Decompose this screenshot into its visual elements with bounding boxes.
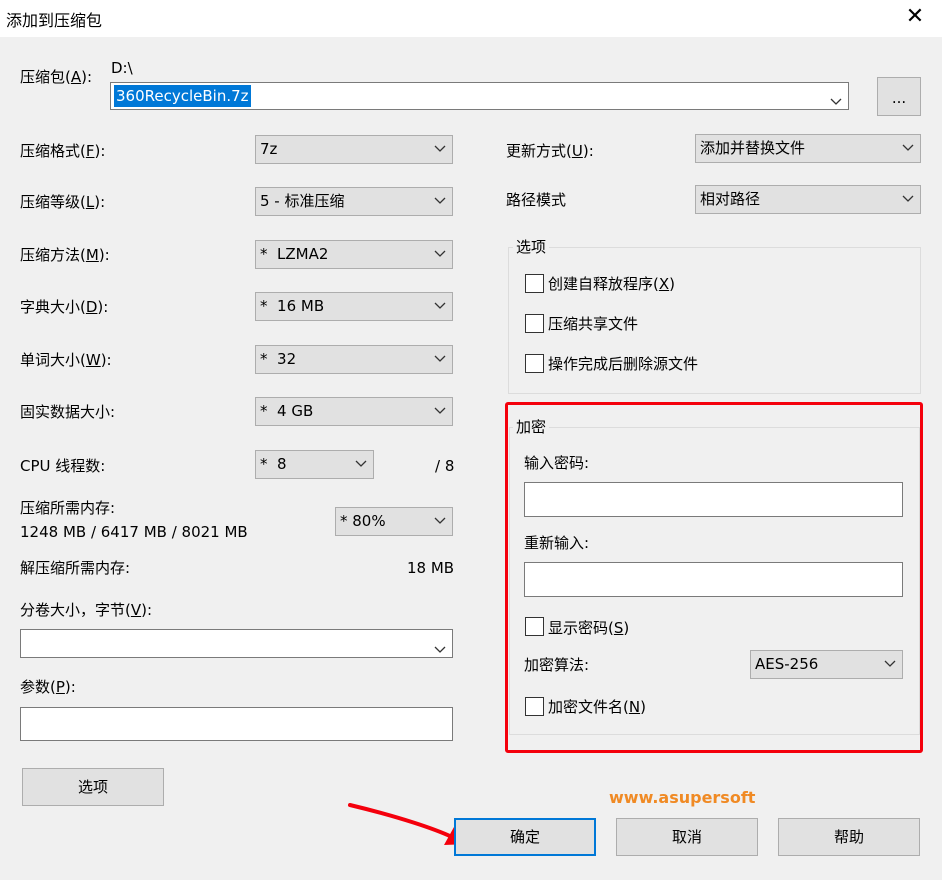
delete-after-checkbox[interactable] <box>525 354 544 373</box>
ok-button[interactable]: 确定 <box>454 818 596 856</box>
memory-select[interactable]: * 80% <box>335 507 453 536</box>
chevron-down-icon[interactable] <box>830 92 842 110</box>
level-value: 5 - 标准压缩 <box>260 192 345 210</box>
format-select[interactable]: 7z <box>255 135 453 164</box>
method-label: 压缩方法(M): <box>20 246 110 264</box>
chevron-down-icon <box>434 508 446 535</box>
chevron-down-icon <box>434 398 446 425</box>
archive-filename-combo[interactable]: 360RecycleBin.7z <box>110 82 849 110</box>
solid-select[interactable]: * 4 GB <box>255 397 453 426</box>
window-title: 添加到压缩包 <box>6 11 103 30</box>
encryption-highlight-box <box>505 402 923 753</box>
memory-label: 压缩所需内存: <box>20 499 116 517</box>
chevron-down-icon <box>434 293 446 320</box>
options-button[interactable]: 选项 <box>22 768 164 806</box>
level-label: 压缩等级(L): <box>20 193 106 211</box>
shared-checkbox[interactable] <box>525 314 544 333</box>
close-icon[interactable]: ✕ <box>902 4 928 30</box>
level-select[interactable]: 5 - 标准压缩 <box>255 187 453 216</box>
watermark-text: www.asupersoft <box>609 788 756 807</box>
threads-value: * 8 <box>260 455 287 473</box>
format-value: 7z <box>260 140 278 158</box>
shared-label[interactable]: 压缩共享文件 <box>548 314 638 334</box>
word-label: 单词大小(W): <box>20 351 112 369</box>
params-label: 参数(P): <box>20 678 76 696</box>
word-select[interactable]: * 32 <box>255 345 453 374</box>
memory-value: * 80% <box>340 512 386 530</box>
decompress-memory-label: 解压缩所需内存: <box>20 559 131 577</box>
volume-label: 分卷大小，字节(V): <box>20 601 153 619</box>
decompress-memory-value: 18 MB <box>407 559 455 577</box>
memory-detail: 1248 MB / 6417 MB / 8021 MB <box>20 523 248 541</box>
threads-label: CPU 线程数: <box>20 457 106 475</box>
update-value: 添加并替换文件 <box>700 139 806 157</box>
cancel-button[interactable]: 取消 <box>616 818 758 856</box>
chevron-down-icon <box>902 135 914 162</box>
path-mode-value: 相对路径 <box>700 190 761 208</box>
solid-label: 固实数据大小: <box>20 403 116 421</box>
update-label: 更新方式(U): <box>506 142 594 160</box>
params-input[interactable] <box>20 707 453 741</box>
format-label: 压缩格式(F): <box>20 142 106 160</box>
chevron-down-icon <box>434 241 446 268</box>
chevron-down-icon <box>902 186 914 213</box>
chevron-down-icon <box>355 451 367 478</box>
dict-label: 字典大小(D): <box>20 298 109 316</box>
path-mode-select[interactable]: 相对路径 <box>695 185 921 214</box>
method-value: * LZMA2 <box>260 245 329 263</box>
options-group-title: 选项 <box>513 237 550 257</box>
sfx-checkbox[interactable] <box>525 274 544 293</box>
method-select[interactable]: * LZMA2 <box>255 240 453 269</box>
delete-after-label[interactable]: 操作完成后删除源文件 <box>548 354 698 374</box>
browse-button[interactable]: ... <box>877 77 921 116</box>
title-bar <box>0 0 942 37</box>
archive-path: D:\ <box>111 59 133 77</box>
dict-value: * 16 MB <box>260 297 325 315</box>
solid-value: * 4 GB <box>260 402 314 420</box>
archive-filename-text[interactable]: 360RecycleBin.7z <box>114 85 251 107</box>
dict-select[interactable]: * 16 MB <box>255 292 453 321</box>
sfx-label[interactable]: 创建自释放程序(X) <box>548 274 675 294</box>
chevron-down-icon <box>434 136 446 163</box>
chevron-down-icon[interactable] <box>434 640 446 658</box>
help-button[interactable]: 帮助 <box>778 818 920 856</box>
archive-label: 压缩包(A): <box>20 68 93 86</box>
chevron-down-icon <box>434 346 446 373</box>
word-value: * 32 <box>260 350 297 368</box>
path-mode-label: 路径模式 <box>506 191 567 209</box>
volume-combo[interactable] <box>20 629 453 658</box>
chevron-down-icon <box>434 188 446 215</box>
threads-select[interactable]: * 8 <box>255 450 374 479</box>
threads-max: / 8 <box>435 457 455 475</box>
update-select[interactable]: 添加并替换文件 <box>695 134 921 163</box>
